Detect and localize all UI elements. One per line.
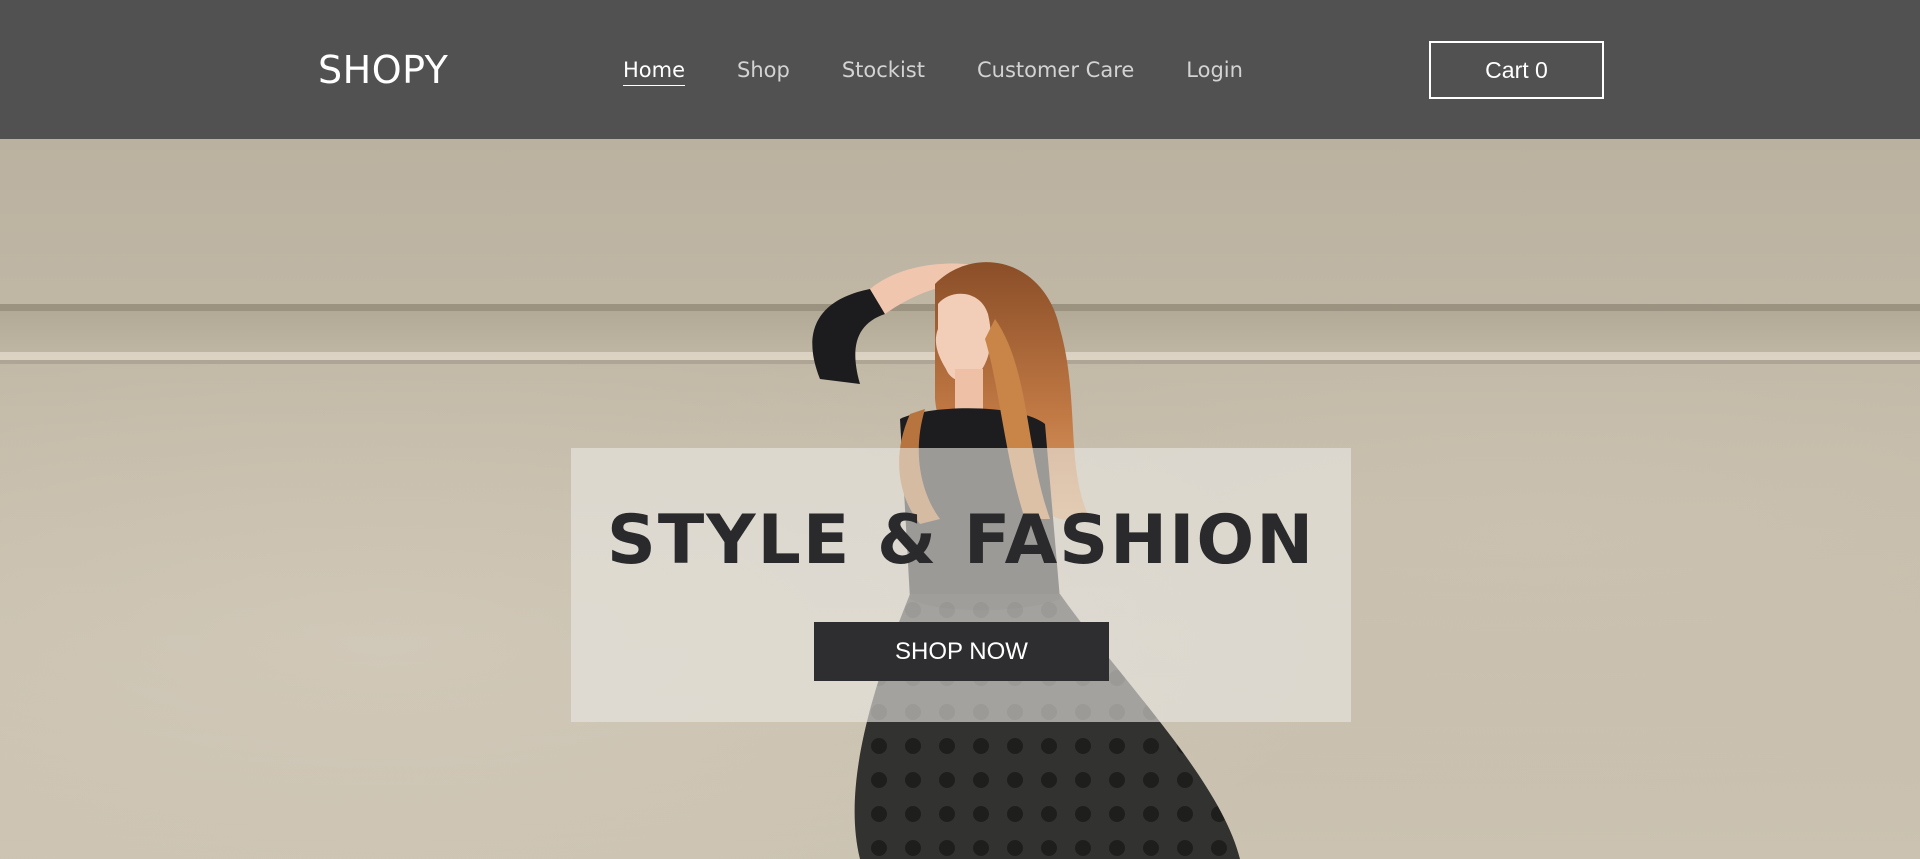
nav-item-customer-care[interactable]: Customer Care	[977, 56, 1134, 86]
main-nav: Home Shop Stockist Customer Care Login	[623, 56, 1243, 86]
hero-title: STYLE & FASHION	[606, 501, 1316, 580]
site-header: SHOPY Home Shop Stockist Customer Care L…	[0, 0, 1920, 139]
nav-item-shop[interactable]: Shop	[737, 56, 790, 86]
nav-item-stockist[interactable]: Stockist	[842, 56, 925, 86]
hero-overlay-box: STYLE & FASHION SHOP NOW	[571, 448, 1351, 722]
hero-banner: STYLE & FASHION SHOP NOW	[0, 139, 1920, 859]
cart-button[interactable]: Cart 0	[1429, 41, 1604, 99]
shop-now-button[interactable]: SHOP NOW	[814, 622, 1109, 681]
nav-item-home[interactable]: Home	[623, 56, 686, 86]
nav-item-login[interactable]: Login	[1186, 56, 1243, 86]
site-logo[interactable]: SHOPY	[318, 46, 448, 94]
